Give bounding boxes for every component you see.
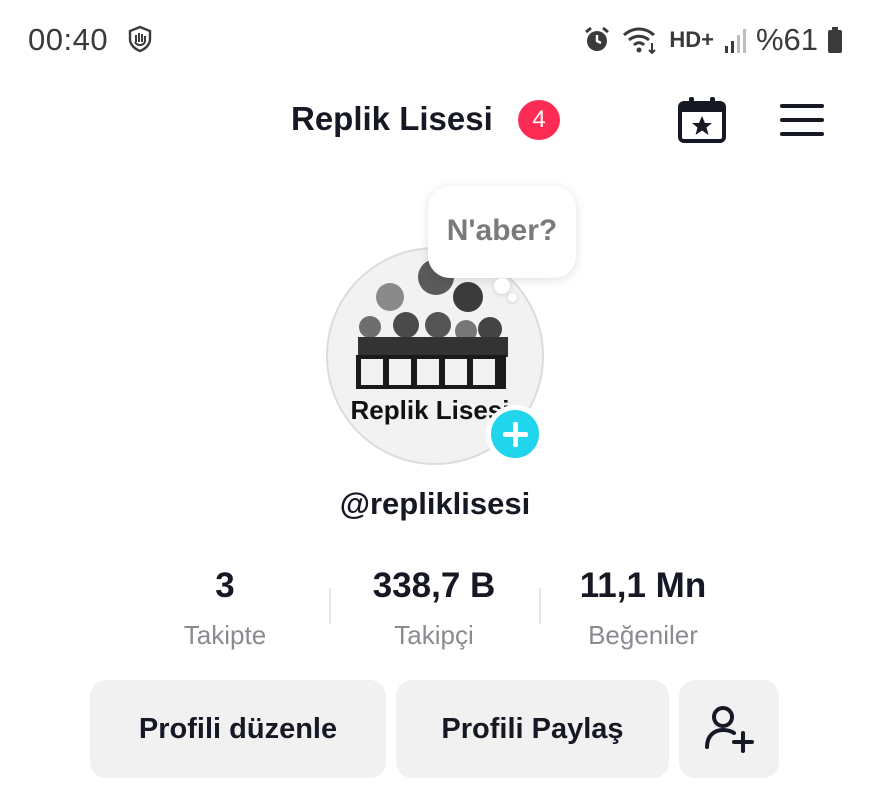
battery-icon xyxy=(828,27,842,53)
bubble-text: N'aber? xyxy=(446,214,558,247)
stat-followers[interactable]: 338,7 B Takipçi xyxy=(334,566,534,651)
stat-following[interactable]: 3 Takipte xyxy=(125,566,325,651)
stat-label: Beğeniler xyxy=(588,620,698,650)
signal-icon xyxy=(724,29,746,53)
add-friend-button[interactable] xyxy=(679,680,779,778)
bubble-tail-dot-small xyxy=(508,293,517,302)
status-note-bubble[interactable]: N'aber? xyxy=(428,186,576,278)
stat-likes[interactable]: 11,1 Mn Beğeniler xyxy=(543,566,743,651)
battery-percent: %61 xyxy=(755,22,818,57)
wifi-icon xyxy=(623,27,657,55)
avatar-logo-text: Replik Lisesi xyxy=(351,395,510,425)
status-icons: HD+ %61 xyxy=(583,22,842,58)
stat-value: 338,7 B xyxy=(372,566,496,605)
edit-profile-button[interactable]: Profili düzenle xyxy=(90,680,386,778)
calendar-star-icon[interactable] xyxy=(676,94,728,146)
share-profile-label: Profili Paylaş xyxy=(441,712,624,745)
profile-header: Replik Lisesi 4 xyxy=(0,90,870,150)
stat-value: 3 xyxy=(215,566,235,605)
stat-divider xyxy=(539,588,541,624)
notification-badge: 4 xyxy=(518,100,560,140)
avatar-container: Replik Lisesi xyxy=(326,247,544,465)
edit-profile-label: Profili düzenle xyxy=(138,712,338,745)
hd-label: HD+ xyxy=(669,27,714,52)
add-avatar-button[interactable] xyxy=(486,405,544,463)
stat-divider xyxy=(329,588,331,624)
hand-shield-icon xyxy=(128,25,152,53)
stat-label: Takipte xyxy=(183,620,267,650)
stat-value: 11,1 Mn xyxy=(579,566,707,605)
menu-icon[interactable] xyxy=(778,98,826,142)
stat-label: Takipçi xyxy=(394,620,474,650)
status-time: 00:40 xyxy=(28,22,109,57)
share-profile-button[interactable]: Profili Paylaş xyxy=(396,680,669,778)
account-title[interactable]: Replik Lisesi xyxy=(291,100,493,138)
username: @repliklisesi xyxy=(339,486,531,521)
status-bar: 00:40 HD+ %61 xyxy=(0,0,870,80)
add-person-icon xyxy=(705,706,754,753)
plus-icon xyxy=(503,422,528,447)
alarm-icon xyxy=(585,26,610,51)
bubble-tail-dot xyxy=(494,278,510,294)
